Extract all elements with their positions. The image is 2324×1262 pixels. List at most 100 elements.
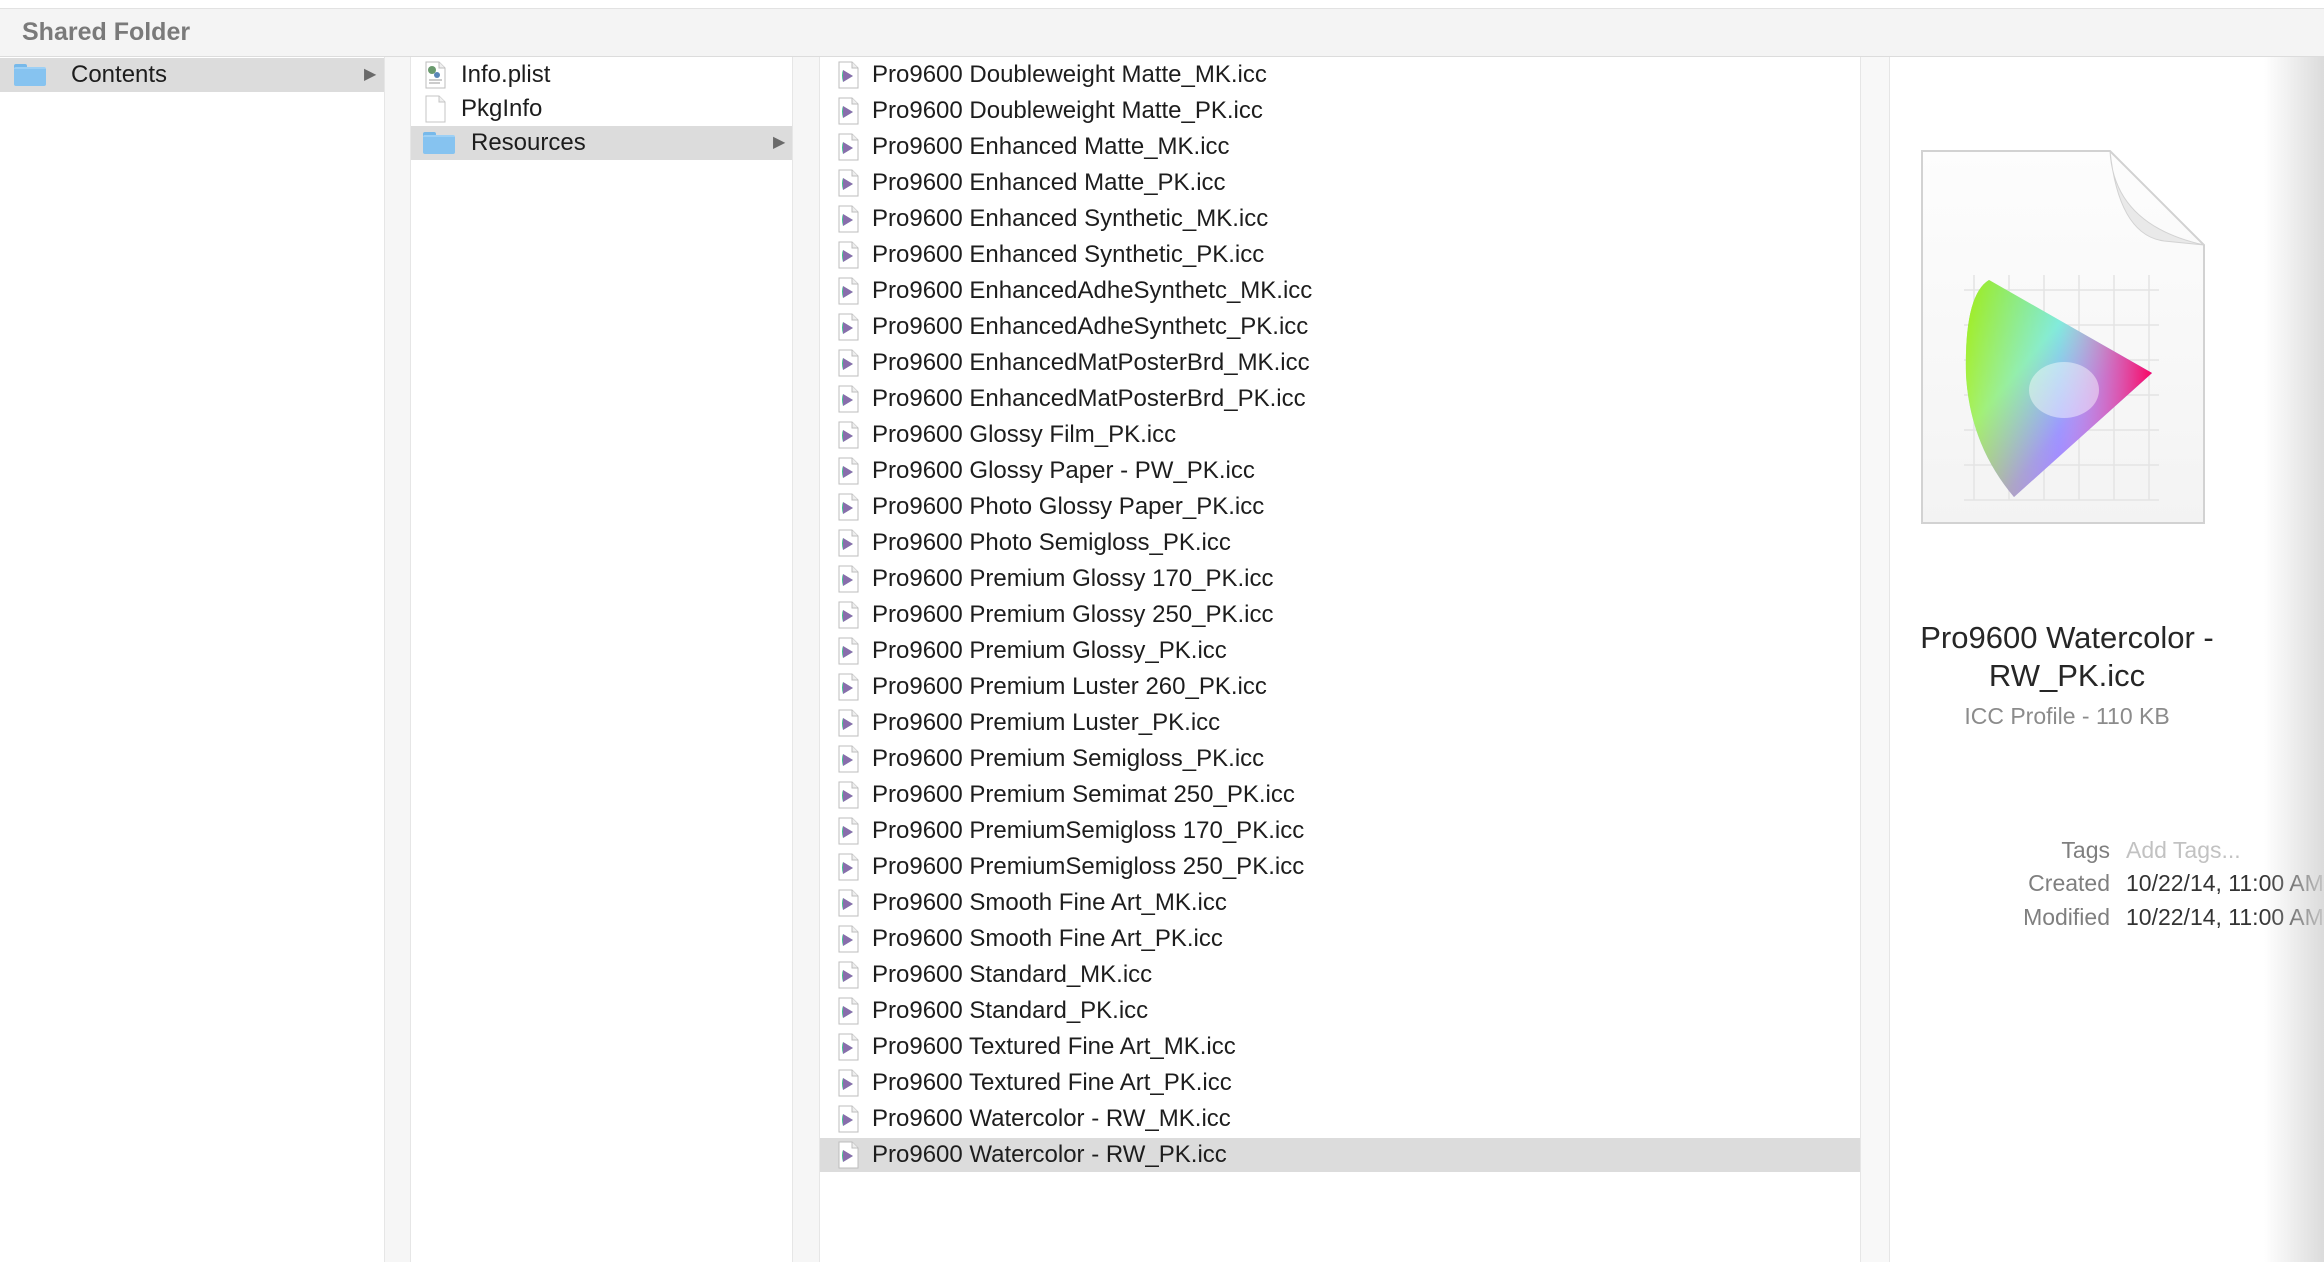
file-name: Pro9600 Premium Luster_PK.icc [872, 709, 1221, 736]
file-list-item[interactable]: Pro9600 Enhanced Matte_PK.icc [820, 166, 1860, 200]
column-divider-1[interactable] [384, 57, 411, 1262]
column-3[interactable]: Pro9600 Doubleweight Matte_MK.icc Pro9600… [820, 57, 1860, 1262]
file-list-item[interactable]: Pro9600 Premium Glossy_PK.icc [820, 634, 1860, 668]
icc-profile-icon [838, 349, 859, 377]
file-name: Pro9600 Enhanced Synthetic_PK.icc [872, 241, 1265, 268]
icc-profile-icon [838, 601, 859, 629]
icc-profile-icon [838, 889, 859, 917]
icc-profile-icon [838, 997, 859, 1025]
icc-profile-icon [838, 637, 859, 665]
icc-profile-icon [838, 925, 859, 953]
column-item-pkginfo[interactable]: PkgInfo [411, 92, 792, 126]
file-list-item[interactable]: Pro9600 Premium Glossy 170_PK.icc [820, 562, 1860, 596]
file-name: Pro9600 Watercolor - RW_MK.icc [872, 1105, 1231, 1132]
item-label: Contents [71, 61, 168, 88]
file-list-item[interactable]: Pro9600 Watercolor - RW_PK.icc [820, 1138, 1860, 1172]
preview-edge-shadow [2264, 57, 2324, 1262]
icc-profile-icon [838, 529, 859, 557]
folder-icon [423, 132, 455, 154]
file-list-item[interactable]: Pro9600 EnhancedAdheSynthetc_PK.icc [820, 310, 1860, 344]
file-list-item[interactable]: Pro9600 PremiumSemigloss 170_PK.icc [820, 814, 1860, 848]
tags-label: Tags [2061, 837, 2110, 863]
file-list-item[interactable]: Pro9600 Enhanced Matte_MK.icc [820, 130, 1860, 164]
plist-file-icon [425, 61, 446, 89]
file-name: Pro9600 Watercolor - RW_PK.icc [872, 1141, 1227, 1168]
file-list-item[interactable]: Pro9600 Premium Semimat 250_PK.icc [820, 778, 1860, 812]
icc-profile-icon [838, 133, 859, 161]
icc-profile-icon [838, 1033, 859, 1061]
file-name: Pro9600 Standard_MK.icc [872, 961, 1153, 988]
add-tags-field[interactable]: Add Tags... [2126, 837, 2241, 864]
created-label: Created [2028, 870, 2110, 896]
file-name: Pro9600 Enhanced Synthetic_MK.icc [872, 205, 1269, 232]
preview-filename-line-1: Pro9600 Watercolor - [1920, 620, 2214, 655]
file-list-item[interactable]: Pro9600 Premium Glossy 250_PK.icc [820, 598, 1860, 632]
preview-filename: Pro9600 Watercolor - RW_PK.icc [1890, 619, 2244, 695]
file-name: Pro9600 Premium Luster 260_PK.icc [872, 673, 1267, 700]
file-list-item[interactable]: Pro9600 Doubleweight Matte_MK.icc [820, 58, 1860, 92]
file-icon [425, 95, 446, 123]
column-item-info-plist[interactable]: Info.plist [411, 58, 792, 92]
file-name: Pro9600 Enhanced Matte_PK.icc [872, 169, 1226, 196]
file-list-item[interactable]: Pro9600 EnhancedMatPosterBrd_PK.icc [820, 382, 1860, 416]
file-name: Pro9600 Textured Fine Art_MK.icc [872, 1033, 1236, 1060]
icc-profile-icon [838, 421, 859, 449]
file-list-item[interactable]: Pro9600 Standard_MK.icc [820, 958, 1860, 992]
file-list-item[interactable]: Pro9600 Watercolor - RW_MK.icc [820, 1102, 1860, 1136]
item-label: PkgInfo [461, 95, 543, 122]
file-list-item[interactable]: Pro9600 Enhanced Synthetic_MK.icc [820, 202, 1860, 236]
file-list-item[interactable]: Pro9600 Premium Luster 260_PK.icc [820, 670, 1860, 704]
file-name: Pro9600 Textured Fine Art_PK.icc [872, 1069, 1232, 1096]
file-name: Pro9600 Standard_PK.icc [872, 997, 1149, 1024]
icc-profile-icon [838, 1069, 859, 1097]
file-list-item[interactable]: Pro9600 Doubleweight Matte_PK.icc [820, 94, 1860, 128]
file-list-item[interactable]: Pro9600 Glossy Paper - PW_PK.icc [820, 454, 1860, 488]
preview-filename-line-2: RW_PK.icc [1988, 658, 2146, 693]
icc-profile-icon [838, 241, 859, 269]
icc-profile-icon [838, 853, 859, 881]
file-list-item[interactable]: Pro9600 Textured Fine Art_MK.icc [820, 1030, 1860, 1064]
icc-profile-icon [838, 169, 859, 197]
file-name: Pro9600 EnhancedMatPosterBrd_PK.icc [872, 385, 1306, 412]
file-list-item[interactable]: Pro9600 Smooth Fine Art_MK.icc [820, 886, 1860, 920]
file-name: Pro9600 Premium Glossy 170_PK.icc [872, 565, 1274, 592]
item-label: Info.plist [461, 61, 551, 88]
window-top-edge [0, 0, 2324, 9]
file-list-item[interactable]: Pro9600 EnhancedMatPosterBrd_MK.icc [820, 346, 1860, 380]
column-2[interactable]: Info.plist PkgInfo Resources ▶ [411, 57, 792, 1262]
file-list-item[interactable]: Pro9600 Premium Luster_PK.icc [820, 706, 1860, 740]
file-name: Pro9600 PremiumSemigloss 250_PK.icc [872, 853, 1305, 880]
icc-profile-icon [838, 1141, 859, 1169]
file-name: Pro9600 Enhanced Matte_MK.icc [872, 133, 1230, 160]
icc-profile-icon [838, 277, 859, 305]
preview-pane: Pro9600 Watercolor - RW_PK.icc ICC Profi… [1890, 57, 2324, 1262]
icc-profile-icon [838, 565, 859, 593]
column-1[interactable]: Contents ▶ [0, 57, 384, 1262]
file-name: Pro9600 EnhancedAdheSynthetc_PK.icc [872, 313, 1309, 340]
file-name: Pro9600 Photo Semigloss_PK.icc [872, 529, 1231, 556]
file-name: Pro9600 Smooth Fine Art_PK.icc [872, 925, 1223, 952]
file-list-item[interactable]: Pro9600 Standard_PK.icc [820, 994, 1860, 1028]
file-list-item[interactable]: Pro9600 Photo Semigloss_PK.icc [820, 526, 1860, 560]
file-list-item[interactable]: Pro9600 Smooth Fine Art_PK.icc [820, 922, 1860, 956]
file-name: Pro9600 Doubleweight Matte_PK.icc [872, 97, 1263, 124]
file-list-item[interactable]: Pro9600 Premium Semigloss_PK.icc [820, 742, 1860, 776]
column-divider-3[interactable] [1860, 57, 1890, 1262]
icc-profile-icon [838, 61, 859, 89]
preview-kind-size: ICC Profile - 110 KB [1964, 703, 2170, 729]
icc-profile-icon [838, 709, 859, 737]
file-list-item[interactable]: Pro9600 Enhanced Synthetic_PK.icc [820, 238, 1860, 272]
file-list-item[interactable]: Pro9600 PremiumSemigloss 250_PK.icc [820, 850, 1860, 884]
column-item-resources[interactable]: Resources ▶ [411, 126, 792, 160]
file-list-item[interactable]: Pro9600 Textured Fine Art_PK.icc [820, 1066, 1860, 1100]
file-list-item[interactable]: Pro9600 Glossy Film_PK.icc [820, 418, 1860, 452]
file-list-item[interactable]: Pro9600 EnhancedAdheSynthetc_MK.icc [820, 274, 1860, 308]
file-list-item[interactable]: Pro9600 Photo Glossy Paper_PK.icc [820, 490, 1860, 524]
column-divider-2[interactable] [792, 57, 820, 1262]
modified-label: Modified [2023, 904, 2110, 930]
window-title: Shared Folder [22, 18, 191, 46]
file-name: Pro9600 Premium Semimat 250_PK.icc [872, 781, 1295, 808]
file-name: Pro9600 Glossy Film_PK.icc [872, 421, 1177, 448]
column-item-contents[interactable]: Contents ▶ [0, 58, 384, 92]
icc-profile-icon [838, 1105, 859, 1133]
